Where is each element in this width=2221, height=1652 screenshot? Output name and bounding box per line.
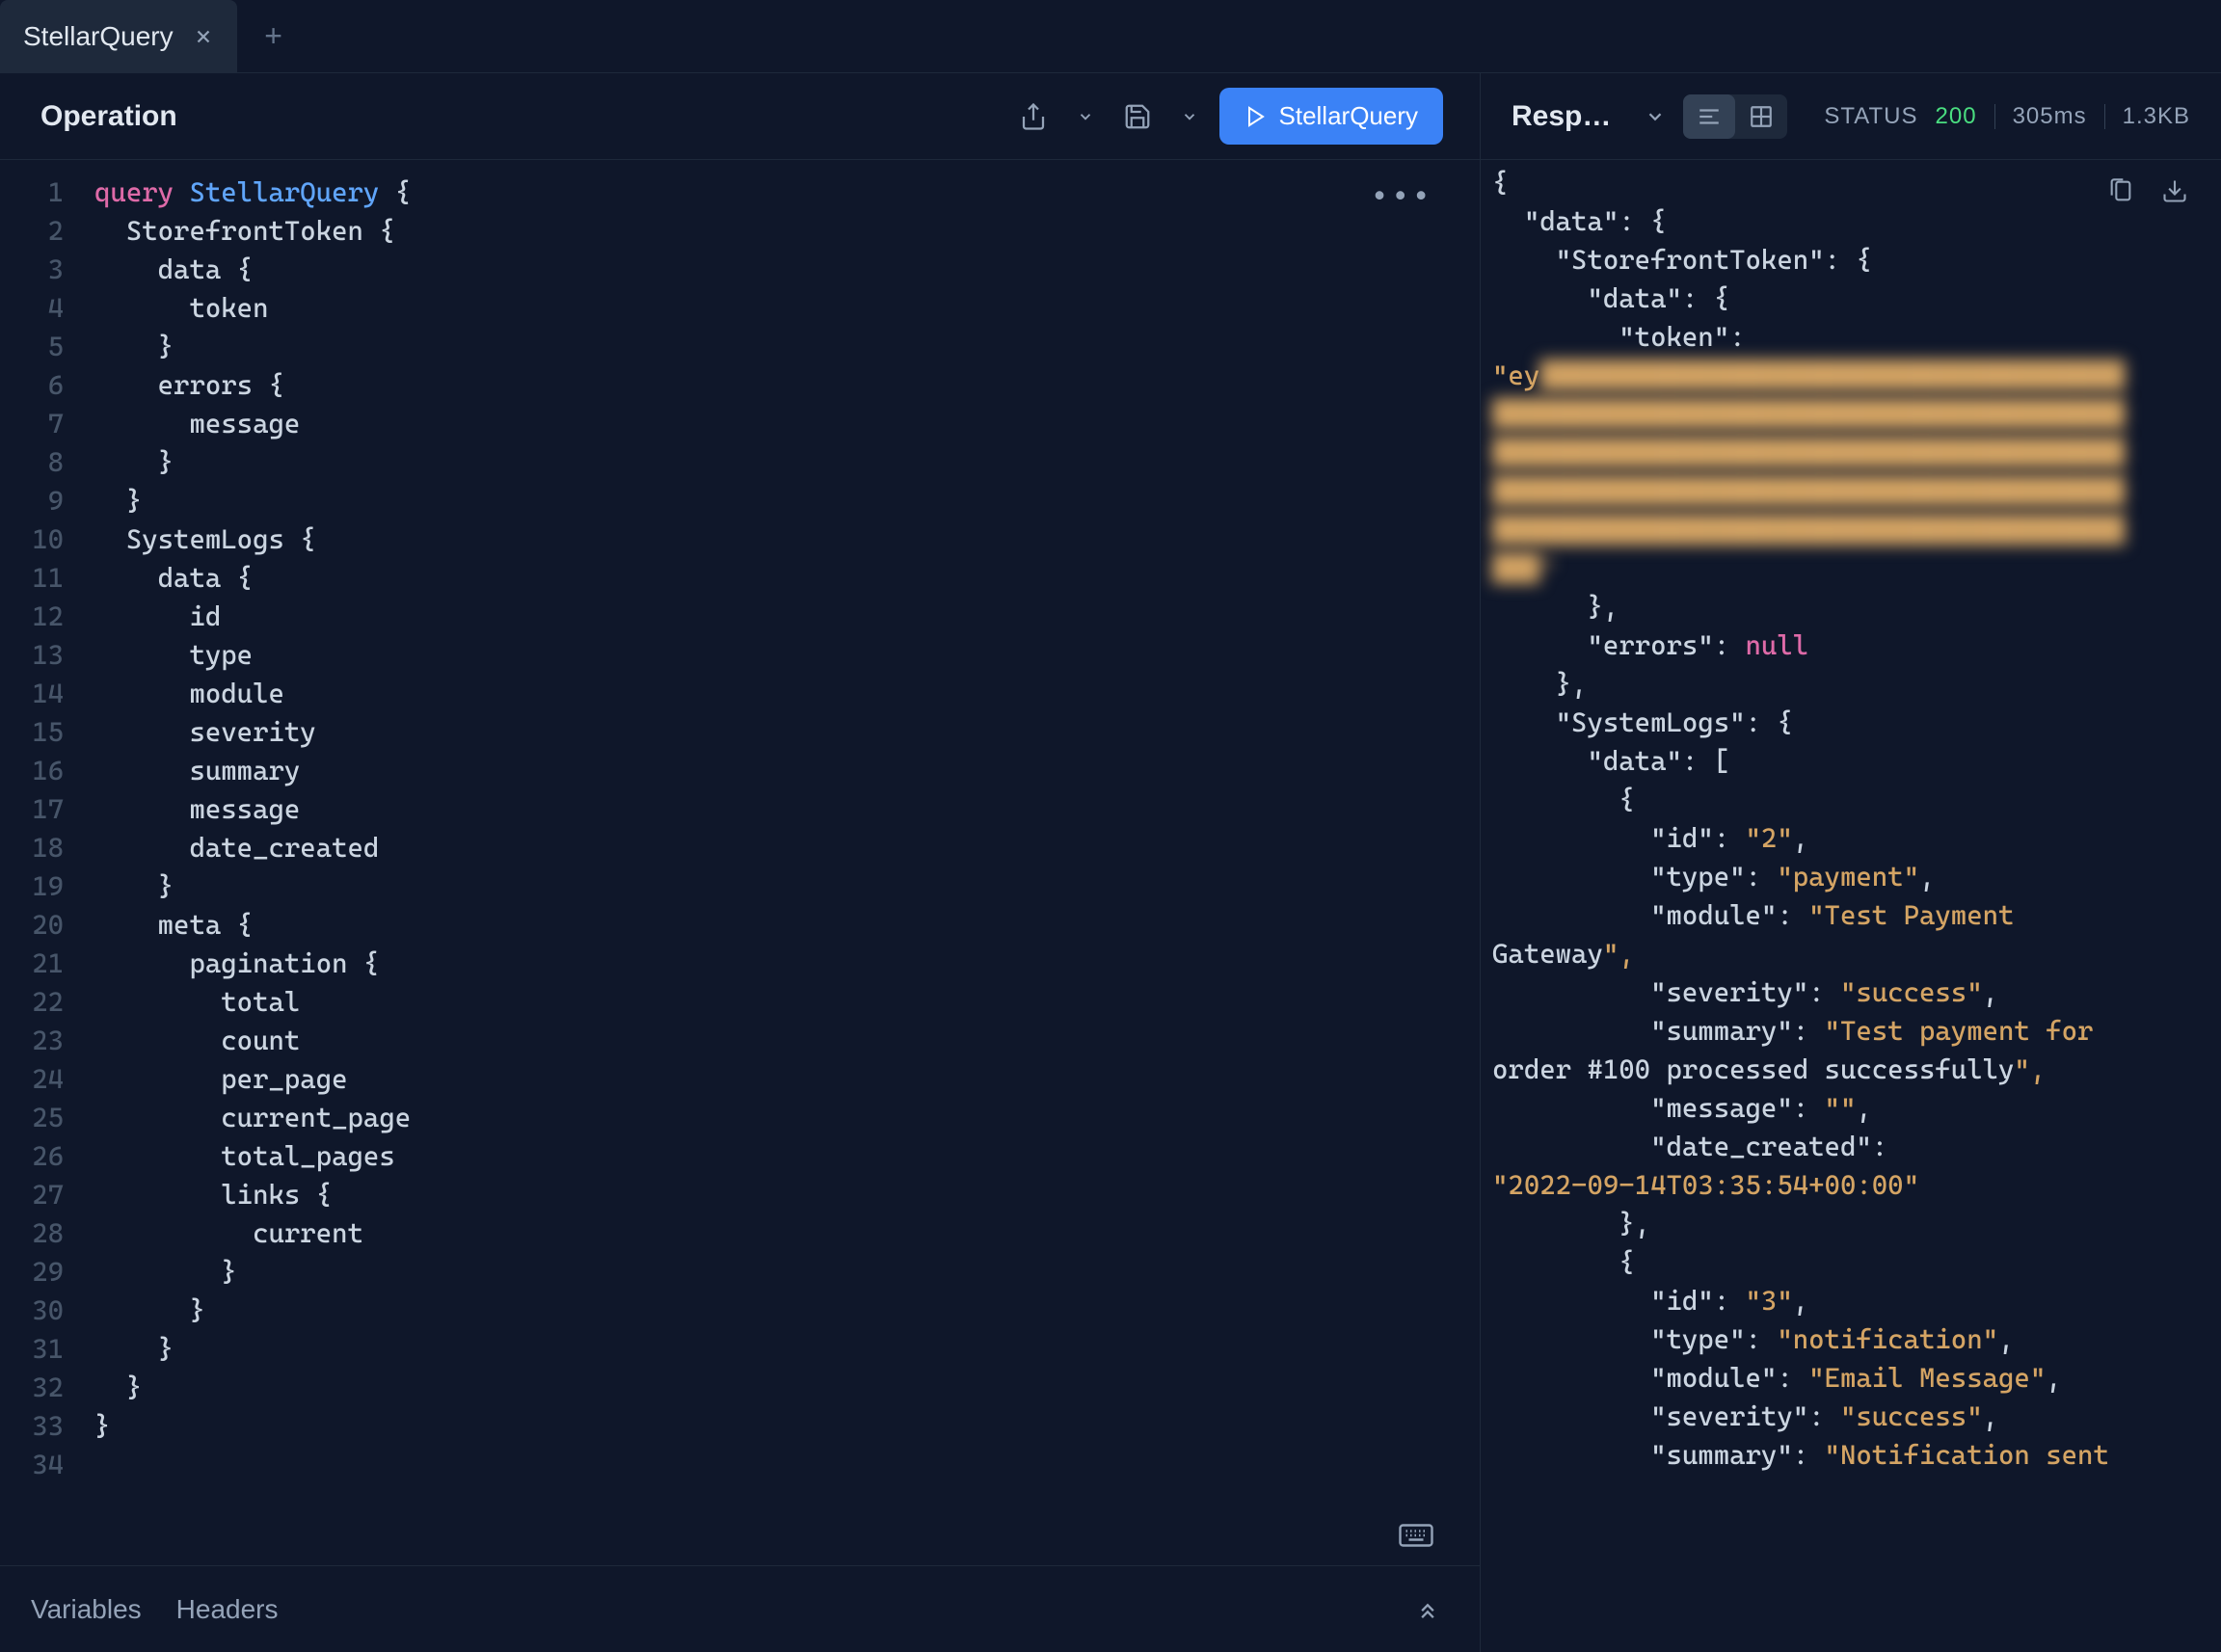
run-button-label: StellarQuery	[1279, 101, 1419, 131]
keyboard-icon[interactable]	[1399, 1523, 1433, 1548]
operation-panel: Operation StellarQuery	[0, 73, 1481, 1652]
download-icon[interactable]	[2161, 177, 2188, 204]
close-icon[interactable]	[193, 26, 214, 47]
response-body[interactable]: { "data": { "StorefrontToken": { "data":…	[1481, 160, 2221, 1652]
operation-toolbar: StellarQuery	[1011, 88, 1444, 145]
response-size: 1.3KB	[2123, 103, 2190, 130]
view-table-icon[interactable]	[1735, 94, 1787, 139]
response-status-info: STATUS 200 305ms 1.3KB	[1824, 103, 2190, 130]
share-dropdown[interactable]	[1069, 100, 1102, 133]
tab-stellarquery[interactable]: StellarQuery	[0, 0, 237, 72]
run-query-button[interactable]: StellarQuery	[1219, 88, 1444, 145]
code-editor[interactable]: ••• 123456789101112131415161718192021222…	[0, 160, 1480, 1565]
share-button[interactable]	[1011, 94, 1056, 139]
operation-title: Operation	[40, 100, 177, 133]
response-dropdown-icon[interactable]	[1645, 106, 1666, 127]
response-time: 305ms	[2013, 103, 2087, 130]
save-dropdown[interactable]	[1173, 100, 1206, 133]
tab-variables[interactable]: Variables	[31, 1594, 142, 1625]
tab-headers[interactable]: Headers	[176, 1594, 279, 1625]
editor-code[interactable]: query StellarQuery { StorefrontToken { d…	[87, 160, 1480, 1565]
view-json-icon[interactable]	[1683, 94, 1735, 139]
add-tab-button[interactable]: +	[245, 8, 303, 66]
status-code: 200	[1936, 103, 1977, 130]
response-header: Response STATUS 200 305ms 1.3KB	[1481, 73, 2221, 160]
tab-title: StellarQuery	[23, 21, 174, 52]
status-label: STATUS	[1824, 103, 1917, 130]
collapse-panel-icon[interactable]	[1414, 1596, 1441, 1623]
response-title: Response	[1512, 100, 1627, 133]
save-button[interactable]	[1115, 94, 1160, 139]
line-number-gutter: 1234567891011121314151617181920212223242…	[0, 160, 87, 1565]
tab-bar: StellarQuery +	[0, 0, 2221, 73]
response-actions	[2107, 177, 2188, 204]
copy-icon[interactable]	[2107, 177, 2134, 204]
bottom-tab-bar: Variables Headers	[0, 1565, 1480, 1652]
operation-header: Operation StellarQuery	[0, 73, 1480, 160]
response-panel: Response STATUS 200 305ms 1.3KB	[1481, 73, 2221, 1652]
response-view-toggle	[1683, 94, 1787, 139]
